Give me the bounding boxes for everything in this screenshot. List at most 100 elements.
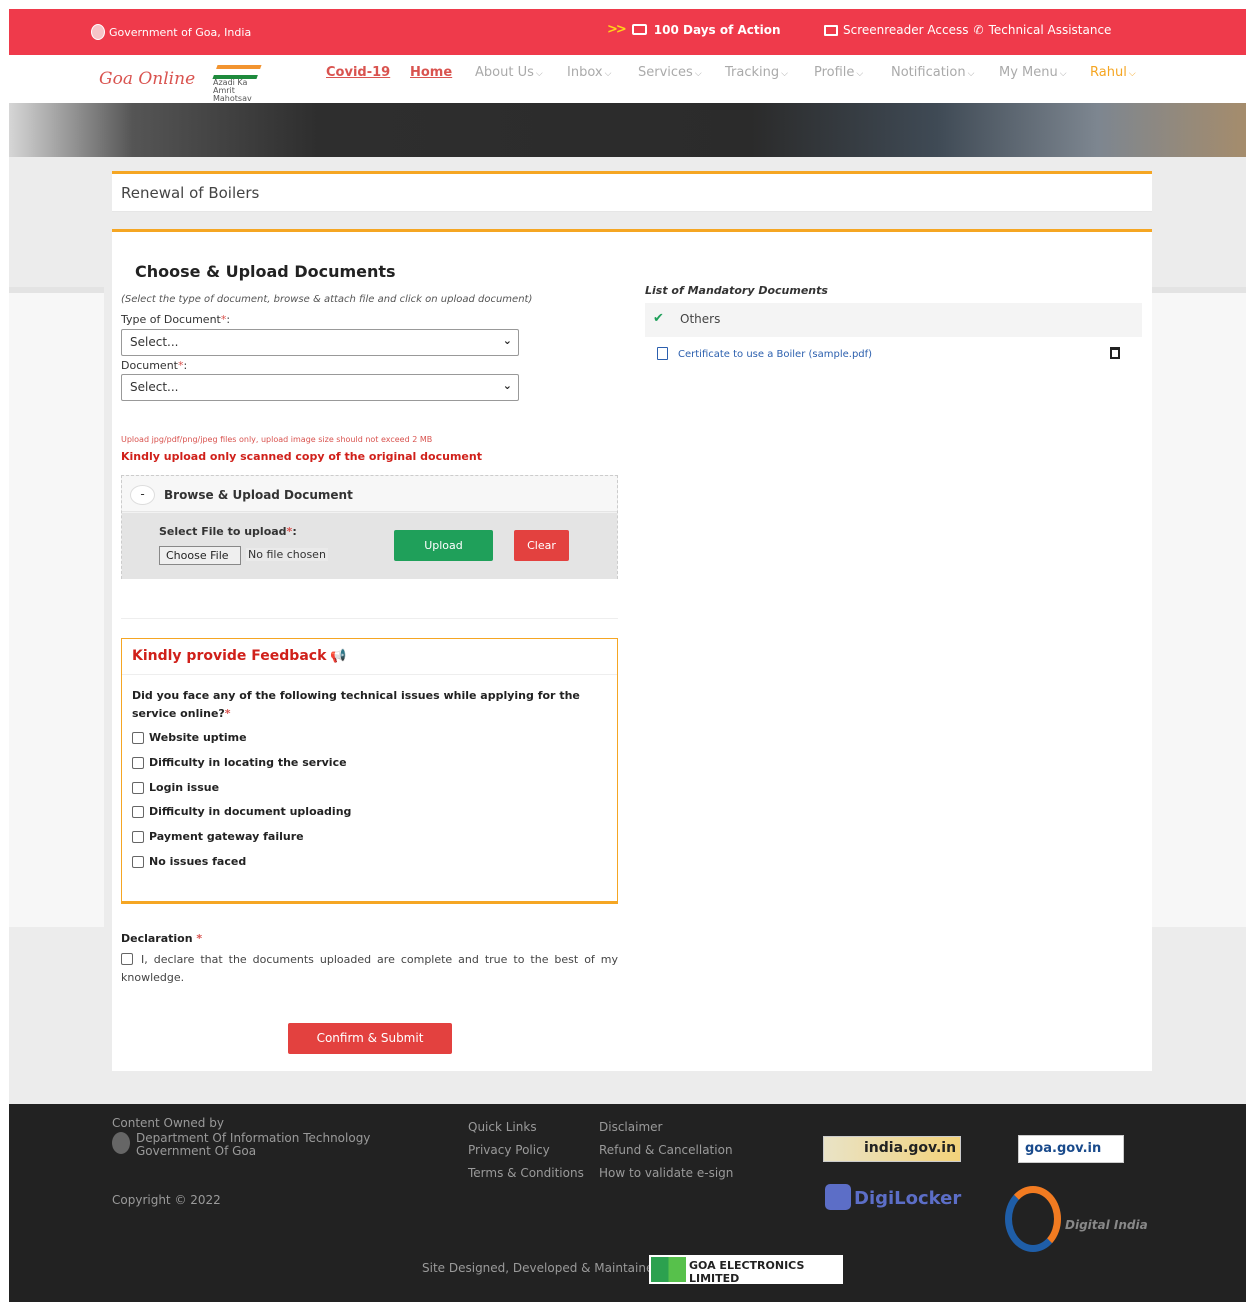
nav-services[interactable]: Services ⌵ [638,65,702,80]
monitor-icon [824,24,838,36]
feedback-header: Kindly provide Feedback 📢 [122,639,617,675]
page-footer: Content Owned by Department Of Informati… [9,1104,1246,1302]
chevron-down-icon: ⌵ [856,68,864,79]
nav-inbox-label: Inbox [567,64,603,80]
privacy-policy-link[interactable]: Privacy Policy [468,1139,584,1162]
nav-inbox[interactable]: Inbox ⌵ [567,65,611,80]
document-select[interactable]: Select... ⌄ [121,374,519,401]
digilocker-badge[interactable]: DigiLocker [825,1184,963,1220]
chevron-down-icon: ⌵ [781,68,788,79]
document-label: Document*: [121,359,187,372]
digital-india-badge[interactable]: Digital India [1003,1186,1148,1254]
declaration-checkbox[interactable] [121,953,133,965]
feedback-option-payment-gateway[interactable]: Payment gateway failure [132,830,304,843]
document-label-text: Document [121,359,178,372]
department-name: Department Of Information Technology Gove… [136,1132,370,1158]
label-colon: : [183,359,188,372]
declaration-title: Declaration * [121,932,618,945]
scanned-copy-note: Kindly upload only scanned copy of the o… [121,450,482,463]
nav-about-us[interactable]: About Us ⌵ [475,65,543,80]
department-line1: Department Of Information Technology [136,1131,371,1145]
option-label: Payment gateway failure [149,830,304,843]
document-value: Select... [130,380,179,394]
declaration-title-text: Declaration [121,932,193,945]
section-divider [121,618,618,619]
nav-my-menu[interactable]: My Menu ⌵ [999,65,1067,80]
browse-upload-header: - Browse & Upload Document [122,476,617,512]
terms-link[interactable]: Terms & Conditions [468,1162,584,1185]
feedback-title: Kindly provide Feedback 📢 [132,648,347,664]
content-owned-label: Content Owned by [112,1116,224,1130]
chevron-down-icon: ⌵ [694,68,702,79]
confirm-submit-button[interactable]: Confirm & Submit [288,1023,452,1054]
checkbox[interactable] [132,855,144,868]
department-block: Department Of Information Technology Gove… [112,1132,370,1158]
clear-button[interactable]: Clear [514,530,569,561]
upload-button[interactable]: Upload [394,530,493,561]
disclaimer-link[interactable]: Disclaimer [599,1116,733,1139]
feedback-option-no-issues[interactable]: No issues faced [132,855,246,868]
document-group-label: Others [680,312,721,326]
nav-home[interactable]: Home [410,65,452,80]
checkbox[interactable] [132,805,144,818]
file-status: No file chosen [246,548,328,561]
browse-upload-title: Browse & Upload Document [164,488,353,502]
option-label: Difficulty in document uploading [149,805,352,818]
nav-tracking[interactable]: Tracking ⌵ [725,65,788,80]
feedback-option-login-issue[interactable]: Login issue [132,781,219,794]
declaration-section: Declaration * I, declare that the docume… [121,932,618,987]
digilocker-icon [825,1184,851,1210]
trash-icon[interactable] [1110,347,1120,359]
nav-covid[interactable]: Covid-19 [326,65,390,80]
nav-user-menu[interactable]: Rahul ⌵ [1090,65,1136,80]
chevron-down-icon: ⌵ [604,68,612,79]
screenreader-link[interactable]: Screenreader Access [843,23,969,37]
background-building-right [1152,287,1246,927]
government-text: Government of Goa, India [109,25,252,39]
checkbox[interactable] [132,756,144,769]
quick-links-heading: Quick Links [468,1120,537,1134]
document-type-select[interactable]: Select... ⌄ [121,329,519,356]
department-line2: Government Of Goa [136,1144,257,1158]
choose-file-button[interactable]: Choose File [159,546,241,565]
declaration-text: I, declare that the documents uploaded a… [121,951,618,987]
feedback-option-document-uploading[interactable]: Difficulty in document uploading [132,805,351,818]
esign-link[interactable]: How to validate e-sign [599,1162,733,1185]
nav-notification[interactable]: Notification ⌵ [891,65,974,80]
nav-tracking-label: Tracking [725,64,780,80]
disclaimer-links: Disclaimer Refund & Cancellation How to … [599,1116,733,1185]
chevron-down-icon: ⌵ [1059,68,1067,79]
goa-online-logo[interactable]: Goa Online [99,69,195,89]
file-type-note: Upload jpg/pdf/png/jpeg files only, uplo… [121,435,433,444]
feedback-option-website-uptime[interactable]: Website uptime [132,731,247,744]
goa-gov-badge[interactable]: goa.gov.in [1018,1135,1124,1163]
collapse-button[interactable]: - [130,485,155,505]
chevron-down-icon: ⌵ [535,68,543,79]
option-label: Website uptime [149,731,247,744]
checkbox[interactable] [132,830,144,843]
feedback-option-locating-service[interactable]: Difficulty in locating the service [132,756,347,769]
browse-upload-panel: - Browse & Upload Document Select File t… [121,475,618,579]
pdf-file-icon [657,347,668,360]
goa-electronics-badge[interactable]: GOA ELECTRONICS LIMITED [649,1255,843,1285]
checkbox[interactable] [132,731,144,744]
azadi-ka-amrit-mahotsav-logo: Azadi Ka Amrit Mahotsav [211,65,271,103]
india-gov-badge[interactable]: india.gov.in [823,1136,961,1162]
nav-profile[interactable]: Profile ⌵ [814,65,863,80]
checkbox[interactable] [132,781,144,794]
feedback-question: Did you face any of the following techni… [132,687,592,723]
feedback-panel: Kindly provide Feedback 📢 Did you face an… [121,638,618,904]
goa-seal-icon [91,24,105,40]
chevron-down-icon: ⌄ [502,334,512,347]
technical-assistance-link[interactable]: Technical Assistance [989,23,1112,37]
hundred-days-link[interactable]: >> 100 Days of Action [607,22,781,37]
nav-notification-label: Notification [891,64,966,80]
document-link[interactable]: Certificate to use a Boiler (sample.pdf) [678,349,872,360]
document-type-label: Type of Document*: [121,313,230,326]
main-navbar: Goa Online Azadi Ka Amrit Mahotsav Covid… [9,55,1246,103]
digital-india-text: Digital India [1065,1218,1148,1232]
background-building-left [9,287,104,927]
copyright: Copyright © 2022 [112,1193,221,1207]
refund-link[interactable]: Refund & Cancellation [599,1139,733,1162]
azadi-line2: Amrit Mahotsav [213,86,252,103]
